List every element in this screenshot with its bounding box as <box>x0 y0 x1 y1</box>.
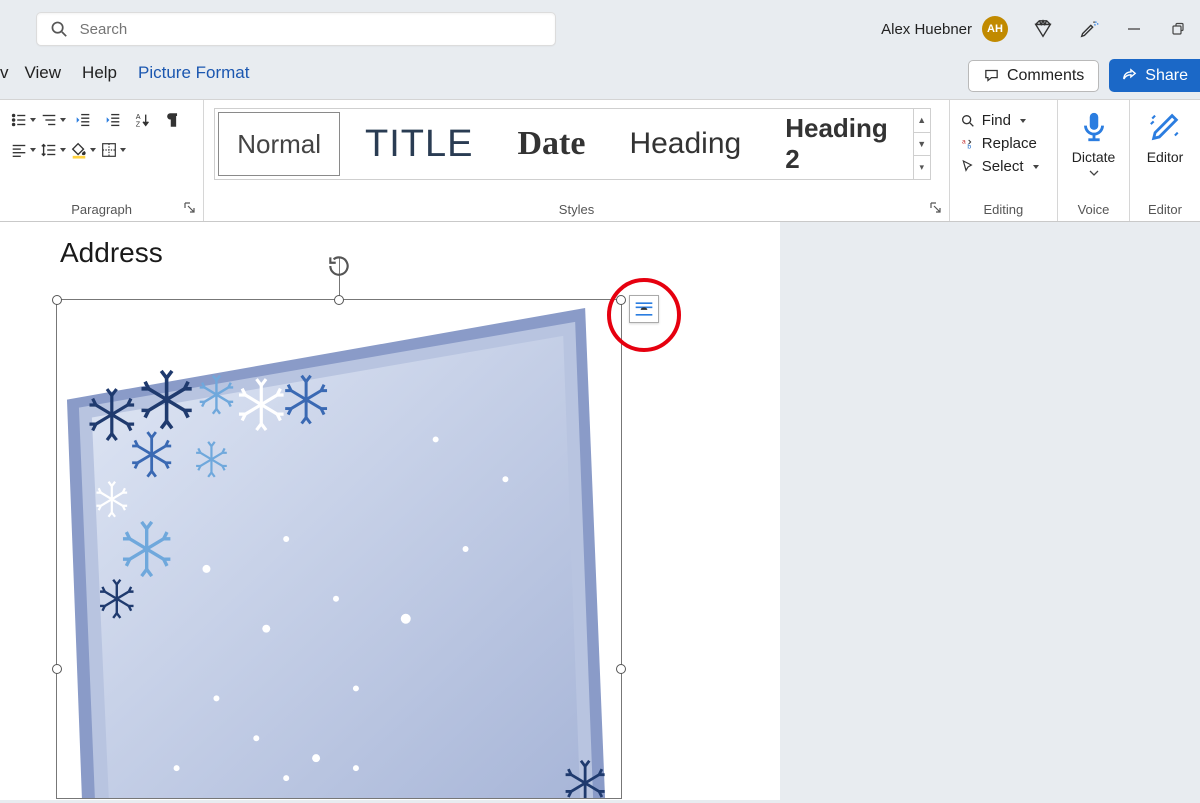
tab-help[interactable]: Help <box>76 63 132 95</box>
layout-options-icon <box>634 300 654 318</box>
share-label: Share <box>1145 67 1188 85</box>
styles-gallery[interactable]: Normal TITLE Date Heading Heading 2 ▲ ▼ … <box>214 108 931 180</box>
voice-label: Voice <box>1068 202 1119 217</box>
borders-icon[interactable] <box>100 138 126 162</box>
style-normal[interactable]: Normal <box>215 109 343 179</box>
gallery-down-icon[interactable]: ▼ <box>914 133 930 157</box>
find-button[interactable]: Find <box>960 112 1047 129</box>
editor-label: Editor <box>1140 202 1190 217</box>
group-paragraph: AZ Paragraph <box>0 100 204 221</box>
gallery-up-icon[interactable]: ▲ <box>914 109 930 133</box>
find-icon <box>960 113 976 129</box>
multilevel-list-icon[interactable] <box>40 108 66 132</box>
minimize-icon[interactable] <box>1124 22 1144 36</box>
picture-selection[interactable] <box>56 299 622 799</box>
ribbon: AZ Paragraph Normal TITLE Date Heading H… <box>0 100 1200 222</box>
style-date[interactable]: Date <box>495 109 607 179</box>
search-input[interactable] <box>80 21 543 38</box>
microphone-icon <box>1077 110 1111 144</box>
user-account[interactable]: Alex Huebner AH <box>881 16 1008 42</box>
style-title[interactable]: TITLE <box>343 109 495 179</box>
editor-icon <box>1148 110 1182 144</box>
document-page[interactable]: Address <box>0 222 780 800</box>
tab-prev[interactable]: v <box>0 63 19 95</box>
increase-indent-icon[interactable] <box>100 108 126 132</box>
comments-label: Comments <box>1007 67 1084 85</box>
rotation-handle-icon[interactable] <box>326 253 352 284</box>
decrease-indent-icon[interactable] <box>70 108 96 132</box>
chevron-down-icon <box>1089 170 1099 176</box>
address-heading: Address <box>60 237 163 269</box>
restore-icon[interactable] <box>1168 22 1188 36</box>
replace-icon: ab <box>960 136 976 152</box>
paragraph-launcher-icon[interactable] <box>183 201 197 215</box>
group-editor: Editor Editor <box>1130 100 1200 221</box>
ribbon-tabs: v View Help Picture Format Comments Shar… <box>0 58 1200 100</box>
style-heading[interactable]: Heading <box>607 109 763 179</box>
editor-button[interactable]: Editor <box>1140 108 1190 165</box>
select-button[interactable]: Select <box>960 158 1047 175</box>
svg-text:Z: Z <box>136 119 141 128</box>
pen-sparkle-icon[interactable] <box>1078 18 1100 40</box>
share-icon <box>1121 67 1138 84</box>
title-bar: Alex Huebner AH <box>0 0 1200 58</box>
search-icon <box>49 18 70 40</box>
comment-icon <box>983 67 1000 84</box>
group-styles: Normal TITLE Date Heading Heading 2 ▲ ▼ … <box>204 100 950 221</box>
align-left-icon[interactable] <box>10 138 36 162</box>
gallery-more-icon[interactable]: ▾ <box>914 156 930 179</box>
style-heading-2[interactable]: Heading 2 <box>763 109 912 179</box>
select-icon <box>960 159 976 175</box>
bullets-icon[interactable] <box>10 108 36 132</box>
shading-icon[interactable] <box>70 138 96 162</box>
picture-content <box>57 300 621 798</box>
dictate-button[interactable]: Dictate <box>1068 108 1119 176</box>
sort-icon[interactable]: AZ <box>130 108 156 132</box>
svg-text:b: b <box>967 143 971 150</box>
user-name: Alex Huebner <box>881 21 972 38</box>
document-area: Address <box>0 222 1200 800</box>
pilcrow-icon[interactable] <box>160 108 186 132</box>
layout-options-button[interactable] <box>629 295 659 323</box>
group-editing: Find ab Replace Select Editing <box>950 100 1058 221</box>
tab-picture-format[interactable]: Picture Format <box>132 63 264 95</box>
avatar: AH <box>982 16 1008 42</box>
svg-text:a: a <box>962 138 966 145</box>
replace-button[interactable]: ab Replace <box>960 135 1047 152</box>
search-box[interactable] <box>36 12 556 46</box>
share-button[interactable]: Share <box>1109 59 1200 92</box>
paragraph-label: Paragraph <box>10 202 193 217</box>
comments-button[interactable]: Comments <box>968 60 1099 92</box>
group-voice: Dictate Voice <box>1058 100 1130 221</box>
line-spacing-icon[interactable] <box>40 138 66 162</box>
styles-label: Styles <box>214 202 939 217</box>
styles-launcher-icon[interactable] <box>929 201 943 215</box>
editing-label: Editing <box>960 202 1047 217</box>
diamond-icon[interactable] <box>1032 18 1054 40</box>
tab-view[interactable]: View <box>19 63 77 95</box>
